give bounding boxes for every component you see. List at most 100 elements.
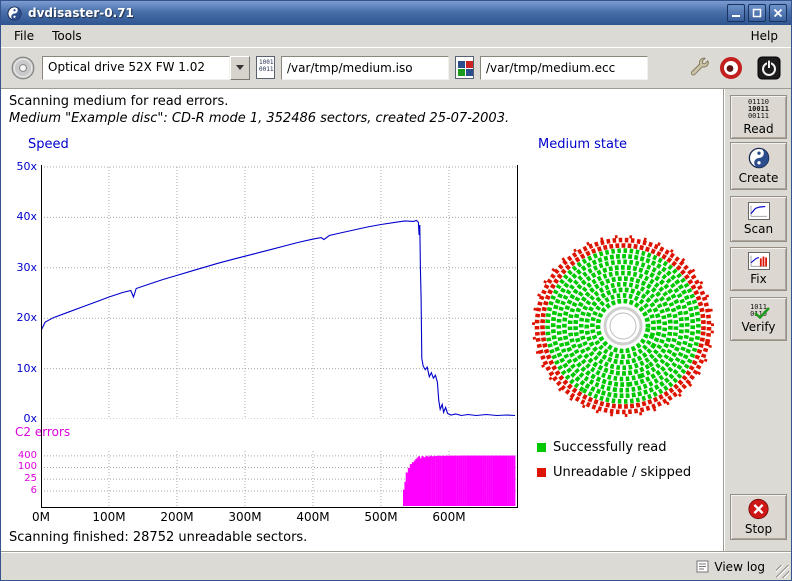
minimize-button[interactable]: [727, 4, 745, 22]
menu-help[interactable]: Help: [742, 26, 787, 46]
status-line-1: Scanning medium for read errors.: [9, 94, 228, 109]
image-file-input[interactable]: [281, 56, 449, 80]
c2-bar: [472, 456, 474, 506]
c2-chart-title: C2 errors: [15, 425, 70, 439]
action-sidebar: 01110 10011 00111 Read Create Scan: [723, 89, 792, 551]
c2-bar: [434, 456, 436, 506]
main-content: Scanning medium for read errors. Medium …: [1, 89, 723, 551]
fix-button-label: Fix: [750, 272, 766, 286]
maximize-button[interactable]: [748, 4, 766, 22]
statusbar: View log: [1, 551, 791, 580]
c2-bar: [493, 456, 495, 506]
c2-bar: [452, 456, 454, 506]
c2-bar: [481, 456, 483, 506]
c2-bar: [436, 456, 438, 506]
x-axis-line: [41, 507, 518, 508]
verify-icon: 1011 0110: [750, 304, 767, 318]
fix-chart-icon: [748, 252, 770, 270]
view-log-button[interactable]: View log: [692, 557, 769, 576]
maximize-icon: [752, 8, 762, 18]
tick-label: 100M: [84, 510, 134, 524]
c2-bar: [489, 456, 491, 506]
tick-label: 30x: [3, 261, 37, 274]
help-button[interactable]: [718, 55, 744, 81]
close-button[interactable]: [769, 4, 787, 22]
ecc-file-icon: [455, 56, 474, 79]
tick-label: 0M: [16, 510, 66, 524]
read-button[interactable]: 01110 10011 00111 Read: [730, 95, 787, 139]
ecc-file-input[interactable]: [480, 56, 648, 80]
c2-bar: [454, 456, 456, 506]
c2-bar: [477, 456, 479, 506]
view-log-label: View log: [714, 560, 765, 574]
menubar: File Tools Help: [1, 25, 791, 47]
scan-chart-icon: [748, 202, 770, 220]
c2-bar: [419, 458, 421, 506]
preferences-button[interactable]: [686, 55, 712, 81]
tick-label: 600M: [424, 510, 474, 524]
legend-item-unreadable: Unreadable / skipped: [537, 465, 691, 480]
c2-bar: [442, 456, 444, 506]
c2-bar: [440, 456, 442, 506]
c2-bar: [468, 456, 470, 506]
app-logo-icon: [7, 6, 22, 21]
scan-result-text: Scanning finished: 28752 unreadable sect…: [9, 530, 307, 545]
resize-grip[interactable]: [776, 565, 789, 578]
c2-bar: [503, 456, 505, 507]
c2-bar: [485, 456, 487, 506]
app-window: dvdisaster-0.71 File Tools Help Optical …: [0, 0, 792, 581]
tick-label: 10x: [3, 362, 37, 375]
tick-label: 400M: [288, 510, 338, 524]
c2-bar: [501, 456, 503, 506]
quit-button[interactable]: [756, 55, 782, 81]
c2-plot: [41, 451, 517, 507]
create-button-label: Create: [739, 171, 779, 185]
right-axis-line: [517, 165, 518, 507]
image-icon-binary-line: 00111: [259, 66, 273, 73]
chevron-down-icon: [236, 65, 244, 70]
tick-label: 100: [7, 461, 37, 472]
c2-bar: [495, 456, 497, 507]
fix-button[interactable]: Fix: [730, 247, 787, 291]
c2-bar: [438, 456, 440, 506]
c2-bar: [466, 456, 468, 507]
minimize-icon: [731, 8, 741, 18]
create-button[interactable]: Create: [730, 142, 787, 190]
c2-bar: [474, 456, 476, 507]
c2-bar: [423, 457, 425, 506]
c2-bar: [421, 456, 423, 506]
stop-button[interactable]: Stop: [730, 494, 787, 540]
stop-icon: [747, 498, 770, 520]
wrench-icon: [688, 56, 711, 79]
verify-button[interactable]: 1011 0110 Verify: [730, 297, 787, 341]
c2-bar: [432, 456, 434, 506]
y-axis-line: [41, 165, 42, 507]
c2-bar: [444, 456, 446, 506]
c2-bar: [470, 456, 472, 507]
menu-tools[interactable]: Tools: [43, 26, 91, 46]
c2-bar: [491, 456, 493, 507]
c2-bar: [446, 456, 448, 506]
power-icon: [757, 56, 781, 80]
read-button-label: Read: [743, 122, 773, 136]
speed-chart-title: Speed: [28, 137, 69, 152]
titlebar[interactable]: dvdisaster-0.71: [1, 1, 791, 25]
check-icon: [754, 307, 770, 319]
c2-bar: [513, 456, 515, 506]
legend-swatch-unreadable: [537, 468, 546, 477]
tick-label: 50x: [3, 160, 37, 173]
c2-bar: [509, 456, 511, 506]
c2-bar: [511, 456, 513, 507]
speed-plot: [41, 165, 517, 419]
c2-bar: [450, 456, 452, 506]
drive-selector[interactable]: Optical drive 52X FW 1.02: [42, 56, 250, 80]
scan-button[interactable]: Scan: [730, 196, 787, 242]
medium-state-disc: [531, 234, 715, 418]
verify-button-label: Verify: [741, 320, 775, 334]
close-icon: [773, 8, 783, 18]
toolbar: Optical drive 52X FW 1.02 10011 00111: [1, 47, 791, 89]
stop-button-label: Stop: [745, 522, 772, 536]
drive-selector-arrow-button[interactable]: [230, 56, 250, 80]
c2-bar: [458, 456, 460, 506]
menu-file[interactable]: File: [5, 26, 43, 46]
